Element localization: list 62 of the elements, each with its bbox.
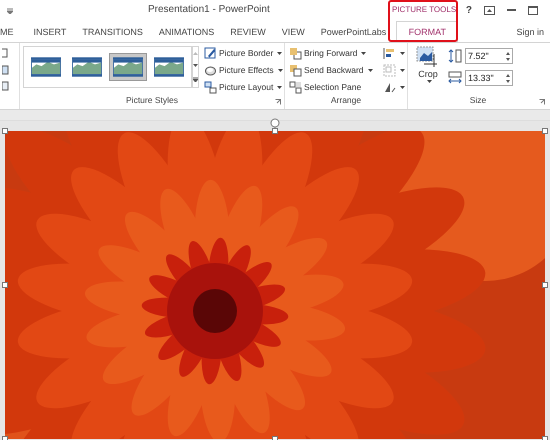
dropdown-icon[interactable]: [361, 52, 366, 54]
height-field[interactable]: 7.52": [465, 48, 513, 64]
group-label: Picture Styles: [125, 95, 179, 107]
resize-handle[interactable]: [542, 128, 548, 134]
dropdown-icon[interactable]: [400, 52, 405, 54]
ribbon-tab[interactable]: TRANSITIONS: [74, 21, 151, 42]
ribbon-tab[interactable]: REVIEW: [222, 21, 274, 42]
resize-handle[interactable]: [2, 128, 8, 134]
spinner-icon[interactable]: [506, 52, 510, 60]
more-styles-icon[interactable]: [193, 77, 198, 82]
dropdown-icon[interactable]: [400, 86, 405, 88]
ribbon-tab[interactable]: PowerPointLabs: [312, 21, 394, 42]
highlight-frame: [388, 0, 458, 42]
dropdown-icon[interactable]: [278, 68, 283, 72]
spinner-icon[interactable]: [506, 74, 510, 82]
dialog-launcher-icon[interactable]: [539, 99, 545, 105]
dialog-launcher-icon[interactable]: [275, 99, 281, 105]
bring-forward-icon: [289, 46, 302, 60]
ribbon-command[interactable]: Send Backward: [304, 65, 364, 75]
window-title: Presentation1 - PowerPoint: [148, 4, 270, 15]
crop-icon[interactable]: [416, 46, 440, 68]
resize-handle[interactable]: [272, 128, 278, 134]
compress-icon[interactable]: [2, 47, 10, 59]
resize-handle[interactable]: [542, 282, 548, 288]
ribbon-display-icon[interactable]: [484, 6, 495, 14]
dropdown-icon[interactable]: [368, 68, 373, 72]
width-icon: [448, 71, 462, 85]
shape-effects-icon: [204, 64, 217, 76]
help-button[interactable]: ?: [466, 4, 472, 16]
selection-pane-icon: [289, 80, 302, 94]
ribbon-tab[interactable]: INSERT: [26, 21, 74, 42]
customize-toolbar-icon[interactable]: [7, 8, 13, 14]
ribbon-command[interactable]: Picture Layout: [219, 82, 274, 92]
dropdown-icon[interactable]: [426, 80, 432, 83]
align-icon[interactable]: [382, 46, 396, 60]
scroll-down-icon[interactable]: [193, 64, 198, 68]
height-icon: [448, 49, 462, 63]
layout-icon: [204, 80, 217, 94]
send-backward-icon: [289, 64, 302, 76]
group-label: Arrange: [330, 95, 362, 107]
reset-picture-icon[interactable]: [2, 81, 10, 91]
maximize-icon[interactable]: [528, 6, 538, 14]
sign-in-link[interactable]: Sign in: [516, 26, 550, 36]
width-field[interactable]: 13.33": [465, 70, 513, 86]
group-label: Size: [468, 95, 488, 107]
crop-button[interactable]: Crop: [418, 69, 438, 79]
contextual-group-label: PICTURE TOOLS: [392, 5, 456, 14]
dropdown-icon[interactable]: [277, 86, 282, 88]
ribbon-command[interactable]: Selection Pane: [304, 82, 362, 92]
resize-handle[interactable]: [2, 282, 8, 288]
dropdown-icon[interactable]: [277, 52, 282, 54]
ribbon-tab[interactable]: ME: [0, 21, 26, 42]
change-picture-icon[interactable]: [2, 65, 10, 75]
ribbon-command[interactable]: Picture Border: [219, 48, 274, 58]
dropdown-icon[interactable]: [400, 68, 405, 72]
rotate-icon[interactable]: [382, 80, 396, 94]
ribbon-tab[interactable]: ANIMATIONS: [150, 21, 222, 42]
ribbon-command[interactable]: Picture Effects: [219, 65, 274, 75]
picture-style-thumbnail[interactable]: [109, 53, 147, 81]
ribbon-tab[interactable]: VIEW: [274, 21, 313, 42]
pen-icon: [204, 46, 217, 60]
ribbon-command[interactable]: Bring Forward: [304, 48, 358, 58]
